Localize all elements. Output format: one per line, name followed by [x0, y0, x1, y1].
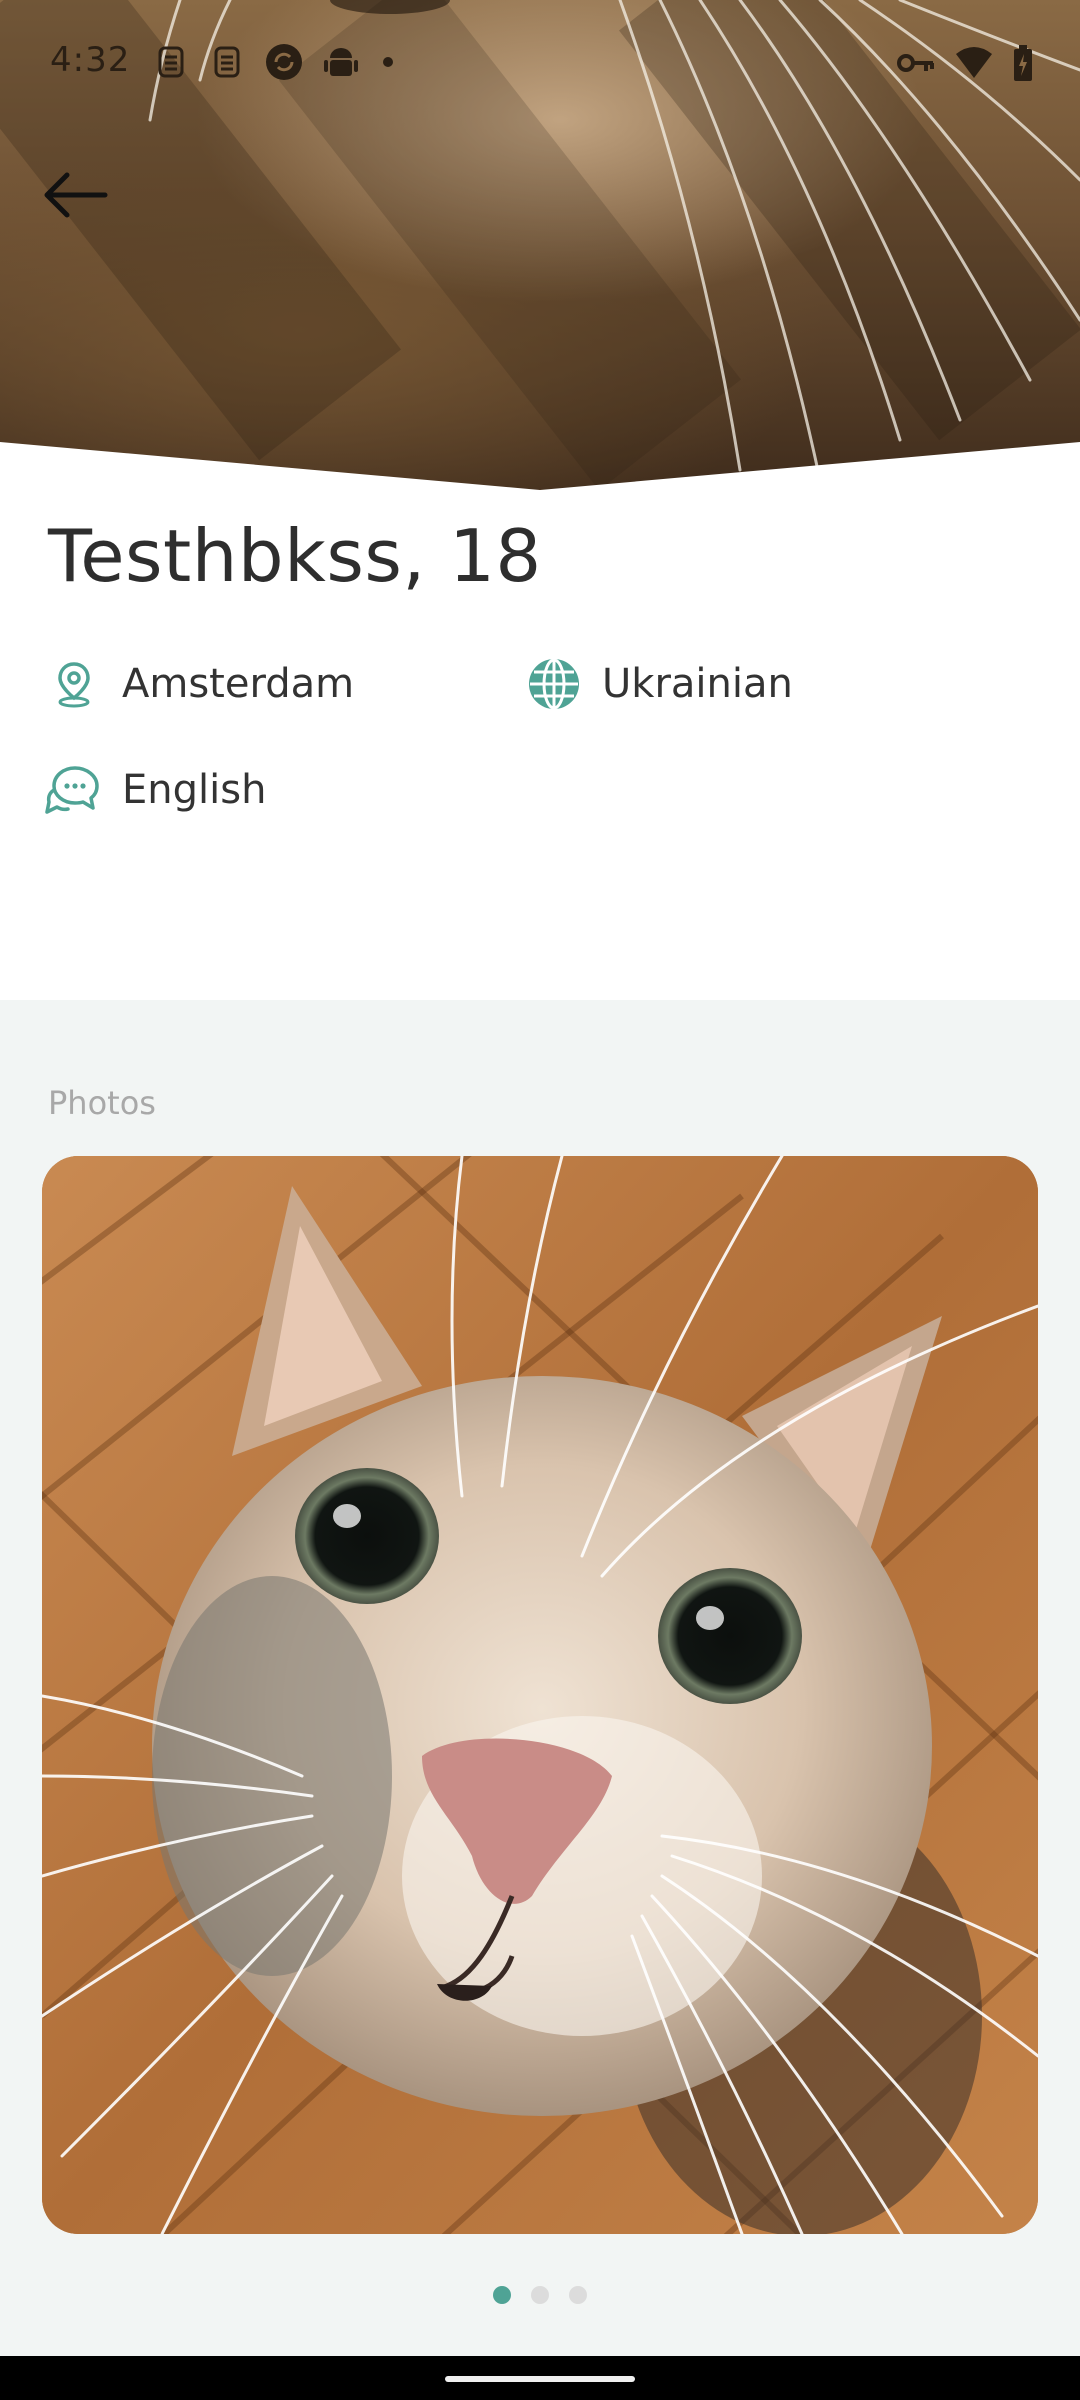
- photo-carousel[interactable]: [42, 1156, 1038, 2234]
- photos-section: Photos: [0, 1000, 1080, 2356]
- wifi-icon: [956, 47, 992, 78]
- language-item: English: [44, 760, 266, 820]
- chat-bubbles-icon: [44, 760, 104, 820]
- nationality-text: Ukrainian: [602, 661, 793, 707]
- globe-icon: [524, 654, 584, 714]
- status-icons-right: [896, 44, 1034, 82]
- status-time: 4:32: [50, 40, 131, 80]
- pagination-dot-2[interactable]: [531, 2286, 549, 2304]
- profile-info: Testhbkss, 18 Amsterdam Ukrainian Englis…: [0, 490, 1080, 1000]
- sim-icon: [158, 46, 184, 78]
- pagination-dot-3[interactable]: [569, 2286, 587, 2304]
- photos-label: Photos: [48, 1084, 156, 1122]
- arrow-left-icon: [44, 172, 108, 218]
- dot-icon: [383, 57, 393, 67]
- status-icons-left: [152, 42, 398, 82]
- vpn-key-icon: [897, 54, 934, 72]
- location-text: Amsterdam: [122, 661, 355, 707]
- profile-name-age: Testhbkss, 18: [48, 514, 542, 598]
- map-pin-icon: [44, 654, 104, 714]
- home-gesture-handle[interactable]: [445, 2376, 635, 2382]
- pagination-dot-1[interactable]: [493, 2286, 511, 2304]
- photo-pagination: [0, 2286, 1080, 2304]
- system-nav-bar: [0, 2356, 1080, 2400]
- status-bar: 4:32: [0, 0, 1080, 120]
- battery-icon: [1014, 45, 1032, 81]
- cat-photo: [42, 1156, 1038, 2234]
- location-item: Amsterdam: [44, 654, 354, 714]
- back-button[interactable]: [34, 160, 114, 230]
- sync-icon: [266, 44, 302, 80]
- sim-icon: [214, 46, 240, 78]
- language-text: English: [122, 767, 267, 813]
- nationality-item: Ukrainian: [524, 654, 793, 714]
- android-icon: [324, 48, 358, 76]
